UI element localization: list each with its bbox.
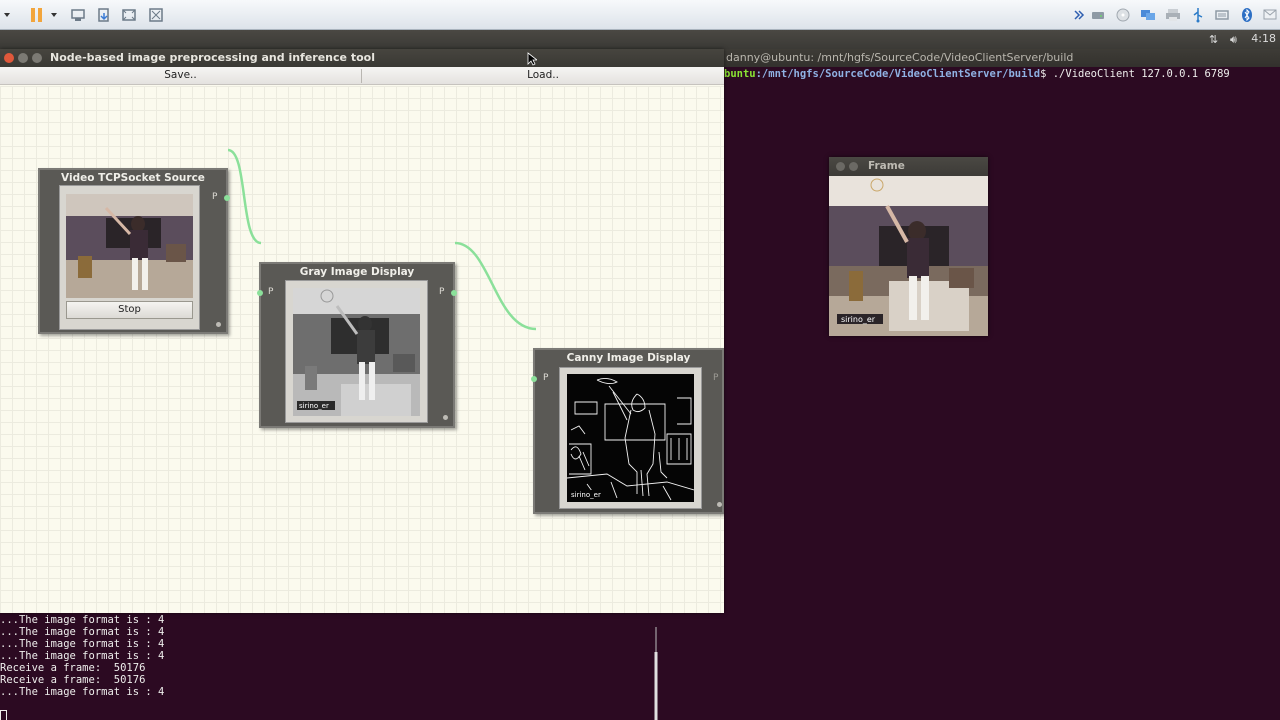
cd-icon[interactable] [1115,7,1131,23]
node-editor-window[interactable]: Node-based image preprocessing and infer… [0,49,724,613]
network-adapter-icon[interactable] [1140,7,1156,23]
resize-handle[interactable] [717,502,722,507]
terminal-prompt-line: buntu:/mnt/hgfs/SourceCode/VideoClientSe… [724,68,1230,80]
console-line: Receive a frame: 50176 [0,662,146,674]
network-transfer-icon[interactable]: ⇅ [1209,33,1218,46]
input-port-label: P [543,373,549,383]
expand-arrows-icon[interactable] [1073,7,1085,23]
save-button[interactable]: Save.. [0,67,361,85]
close-icon[interactable] [836,162,845,171]
vm-toolbar [0,0,1280,30]
pause-icon[interactable] [29,7,45,23]
hard-disk-icon[interactable] [1090,7,1106,23]
load-button[interactable]: Load.. [362,67,724,85]
node-title: Gray Image Display [299,266,415,278]
video-preview-image [66,194,193,298]
console-line: ...The image format is : 4 [0,626,165,638]
node-menubar: Save.. Load.. [0,67,724,85]
node-window-titlebar[interactable]: Node-based image preprocessing and infer… [0,49,724,67]
prompt-user: buntu [724,68,756,80]
download-icon[interactable] [96,7,112,23]
node-canny-image-display[interactable]: Canny Image Display sirino_er P P [531,348,724,514]
minimize-icon[interactable] [849,162,858,171]
printer-icon[interactable] [1165,7,1181,23]
terminal-window[interactable]: danny@ubuntu: /mnt/hgfs/SourceCode/Video… [724,49,1280,720]
node-title: Video TCPSocket Source [61,172,205,184]
terminal-cursor [0,710,7,720]
bluetooth-icon[interactable] [1239,7,1255,23]
output-port-label: P [212,192,218,202]
resize-handle[interactable] [216,322,221,327]
frame-titlebar[interactable]: Frame [829,157,988,176]
output-port[interactable] [224,195,230,201]
usb-icon[interactable] [1190,7,1206,23]
mouse-pointer-icon [527,52,537,66]
maximize-icon[interactable] [32,53,42,63]
canny-image: sirino_er [567,374,694,502]
output-port-label: P [439,287,445,297]
console-line: Receive a frame: 50176 [0,674,146,686]
input-port-label: P [268,287,274,297]
sound-card-icon[interactable] [1214,7,1230,23]
frame-title: Frame [868,160,905,172]
link-source-to-gray[interactable] [227,148,262,245]
console-line: ...The image format is : 4 [0,638,165,650]
prompt-path: :/mnt/hgfs/SourceCode/VideoClientServer/… [755,68,1041,80]
frame-window[interactable]: Frame sirino_er [829,157,988,336]
output-port-label: P [713,373,719,383]
network-icon[interactable] [70,7,86,23]
input-port[interactable] [257,290,263,296]
frame-caption: sirino_er [841,315,876,324]
output-port[interactable] [451,290,457,296]
dropdown-arrow-icon[interactable] [2,7,12,23]
ubuntu-top-panel: ⇅ 🔊︎ 4:18 [0,30,1280,49]
close-icon[interactable] [4,53,14,63]
fullscreen-icon[interactable] [121,7,137,23]
volume-icon[interactable]: 🔊︎ [1230,33,1237,47]
video-frame-image: sirino_er [829,176,988,336]
gray-image: sirino_er [293,288,420,416]
gray-image-caption: sirino_er [299,402,329,410]
node-canvas[interactable]: Video TCPSocket Source Stop P Gray Image… [0,86,724,613]
pause-dropdown-arrow-icon[interactable] [49,7,59,23]
input-port[interactable] [531,376,537,382]
node-video-tcpsocket-source[interactable]: Video TCPSocket Source Stop P [38,168,230,334]
link-gray-to-canny[interactable] [454,241,537,331]
node-title: Canny Image Display [566,352,691,364]
console-line: ...The image format is : 4 [0,650,165,662]
unity-icon[interactable] [148,7,164,23]
terminal-title[interactable]: danny@ubuntu: /mnt/hgfs/SourceCode/Video… [724,49,1280,67]
minimize-icon[interactable] [18,53,28,63]
stop-button[interactable]: Stop [66,301,193,319]
node-gray-image-display[interactable]: Gray Image Display sirino_er P P [257,262,457,428]
console-scrollbar[interactable] [653,627,659,720]
node-window-title: Node-based image preprocessing and infer… [50,51,375,64]
prompt-command: $ ./VideoClient 127.0.0.1 6789 [1040,68,1230,80]
message-icon[interactable] [1262,7,1278,23]
resize-handle[interactable] [443,415,448,420]
clock[interactable]: 4:18 [1251,32,1276,45]
console-line: ...The image format is : 4 [0,614,165,626]
console-line: ...The image format is : 4 [0,686,165,698]
canny-image-caption: sirino_er [571,491,601,499]
console-output[interactable]: ...The image format is : 4 ...The image … [0,613,724,720]
